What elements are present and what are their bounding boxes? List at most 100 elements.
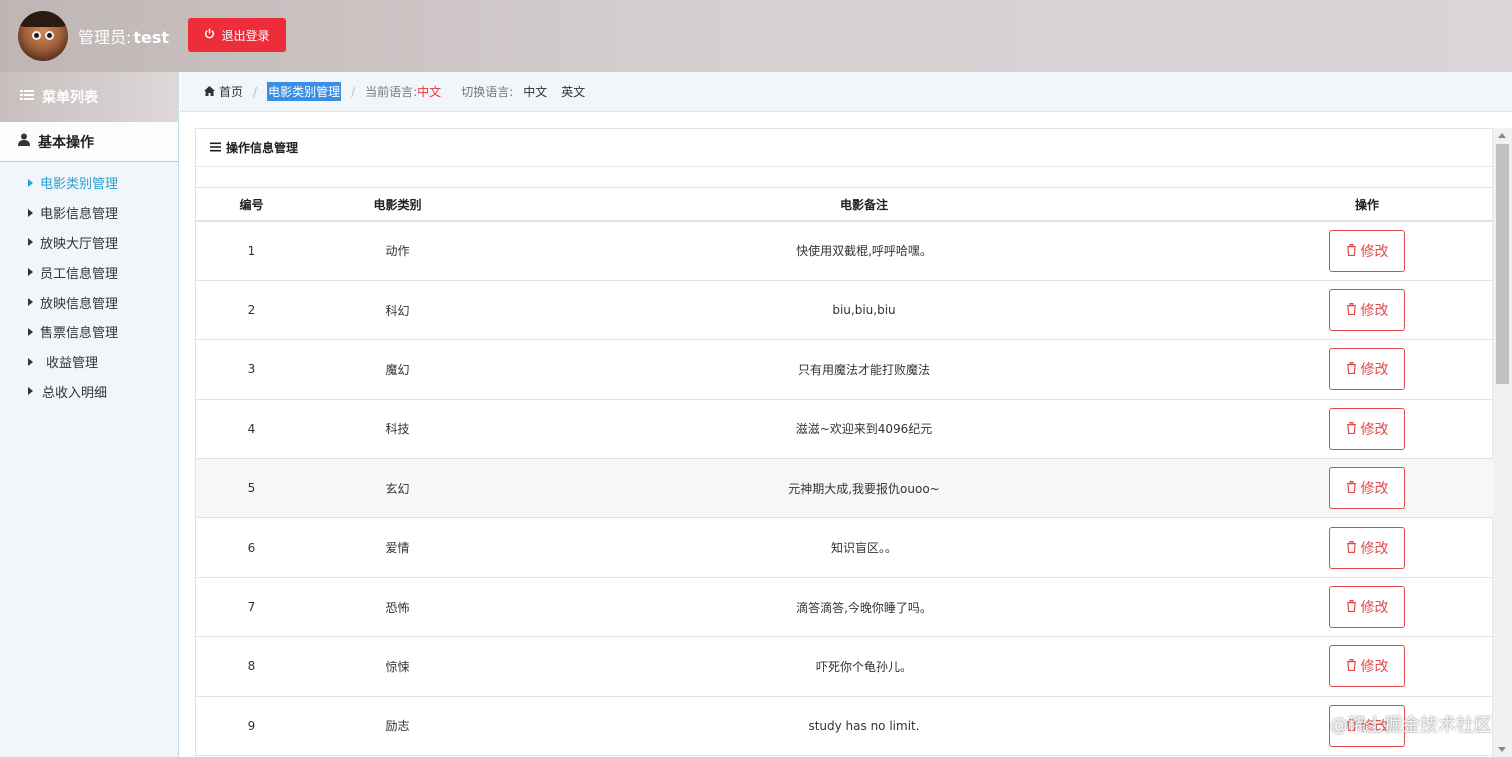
lang-zh-link[interactable]: 中文 [523,83,547,100]
sidebar-item-staff[interactable]: 员工信息管理 [0,257,178,287]
edit-label: 修改 [1360,242,1389,259]
cell-action: 修改 [1240,517,1494,578]
logout-button[interactable]: 退出登录 [188,18,286,52]
edit-button[interactable]: 修改 [1329,289,1405,332]
cell-note: 只有用魔法才能打败魔法 [488,339,1240,400]
edit-label: 修改 [1360,480,1389,497]
logout-label: 退出登录 [221,28,270,43]
breadcrumb: 首页 / 电影类别管理 / 当前语言: 中文 切换语言: 中文 英文 [180,72,1512,112]
caret-right-icon [28,387,33,396]
table-row: 3 魔幻 只有用魔法才能打败魔法 修改 [196,339,1494,400]
trash-icon [1346,599,1357,615]
cell-type: 恐怖 [307,577,488,638]
admin-name: test [133,28,170,47]
table-row: 2 科幻 biu,biu,biu 修改 [196,280,1494,341]
breadcrumb-home[interactable]: 首页 [219,83,243,100]
cell-action: 修改 [1240,280,1494,341]
cell-action: 修改 [1240,636,1494,697]
edit-label: 修改 [1360,420,1389,437]
cell-note: 滋滋~欢迎来到4096纪元 [488,399,1240,460]
caret-right-icon [28,208,33,217]
caret-right-icon [28,357,33,366]
sidebar-item-label: 收益管理 [46,356,99,372]
caret-right-icon [28,238,33,247]
col-header-note: 电影备注 [488,188,1240,222]
cell-note: 快使用双截棍,呼呼哈嘿。 [488,221,1240,281]
edit-button[interactable]: 修改 [1329,467,1405,510]
col-header-type: 电影类别 [307,188,488,222]
edit-label: 修改 [1360,361,1389,378]
trash-icon [1346,421,1357,437]
sidebar-item-label: 售票信息管理 [40,326,119,342]
panel-header: 操作信息管理 [196,129,1492,167]
table-row: 8 惊悚 吓死你个龟孙儿。 修改 [196,636,1494,697]
edit-button[interactable]: 修改 [1329,645,1405,688]
edit-label: 修改 [1360,658,1389,675]
sidebar-item-label: 电影类别管理 [40,177,119,193]
cell-type: 科幻 [307,280,488,341]
scroll-up-icon[interactable] [1498,133,1506,138]
sidebar-item-label: 放映信息管理 [40,296,119,312]
table-row: 9 励志 study has no limit. 修改 [196,696,1494,757]
bars-icon [210,141,221,155]
sidebar-item-total-income[interactable]: 总收入明细 [0,377,178,407]
cell-note: biu,biu,biu [488,280,1240,341]
sidebar: 菜单列表 基本操作 电影类别管理 电影信息管理 放映大厅管理 员工信息管理 放映… [0,72,179,757]
edit-label: 修改 [1360,539,1389,556]
cell-type: 魔幻 [307,339,488,400]
edit-button[interactable]: 修改 [1329,348,1405,391]
sidebar-item-movie-info[interactable]: 电影信息管理 [0,198,178,228]
edit-button[interactable]: 修改 [1329,526,1405,569]
col-header-action: 操作 [1240,188,1494,222]
edit-button[interactable]: 修改 [1329,586,1405,629]
avatar [18,11,68,61]
group-basic-ops[interactable]: 基本操作 [0,122,178,162]
cell-type: 动作 [307,221,488,281]
breadcrumb-current: 电影类别管理 [267,82,342,101]
cell-action: 修改 [1240,339,1494,400]
cell-note: 滴答滴答,今晚你睡了吗。 [488,577,1240,638]
cell-type: 爱情 [307,517,488,578]
cell-action: 修改 [1240,458,1494,519]
current-language-value: 中文 [417,85,442,99]
sidebar-item-hall[interactable]: 放映大厅管理 [0,228,178,258]
sidebar-item-label: 放映大厅管理 [40,236,119,252]
trash-icon [1346,540,1357,556]
menu-list-title: 菜单列表 [42,90,98,106]
cell-id: 9 [196,696,307,757]
trash-icon [1346,480,1357,496]
table-row: 4 科技 滋滋~欢迎来到4096纪元 修改 [196,399,1494,460]
sidebar-item-screening[interactable]: 放映信息管理 [0,287,178,317]
table-row: 6 爱情 知识盲区。。 修改 [196,517,1494,578]
edit-button[interactable]: 修改 [1329,407,1405,450]
switch-language-label: 切换语言: [461,85,514,99]
caret-right-icon [28,268,33,277]
col-header-id: 编号 [196,188,307,222]
scroll-down-icon[interactable] [1498,747,1506,752]
edit-button[interactable]: 修改 [1329,229,1405,272]
caret-right-icon [28,327,33,336]
trash-icon [1346,658,1357,674]
lang-en-link[interactable]: 英文 [561,83,585,100]
cell-id: 1 [196,221,307,281]
scrollbar-thumb[interactable] [1496,144,1509,384]
group-title: 基本操作 [38,134,94,151]
edit-label: 修改 [1360,599,1389,616]
breadcrumb-separator: / [351,84,356,99]
sidebar-nav: 电影类别管理 电影信息管理 放映大厅管理 员工信息管理 放映信息管理 售票信息管… [0,162,178,406]
sidebar-item-movie-category[interactable]: 电影类别管理 [0,168,178,198]
cell-id: 2 [196,280,307,341]
cell-id: 3 [196,339,307,400]
cell-type: 励志 [307,696,488,757]
cell-note: study has no limit. [488,696,1240,757]
sidebar-item-tickets[interactable]: 售票信息管理 [0,317,178,347]
vertical-scrollbar[interactable] [1493,128,1512,757]
watermark: @稀土掘金技术社区 [1330,715,1492,736]
current-language-label: 当前语言: [365,85,418,99]
sidebar-item-revenue[interactable]: 收益管理 [0,347,178,377]
cell-type: 玄幻 [307,458,488,519]
trash-icon [1346,361,1357,377]
top-header: 管理员: test 退出登录 [0,0,1512,72]
cell-id: 5 [196,458,307,519]
menu-list-header: 菜单列表 [0,72,178,122]
